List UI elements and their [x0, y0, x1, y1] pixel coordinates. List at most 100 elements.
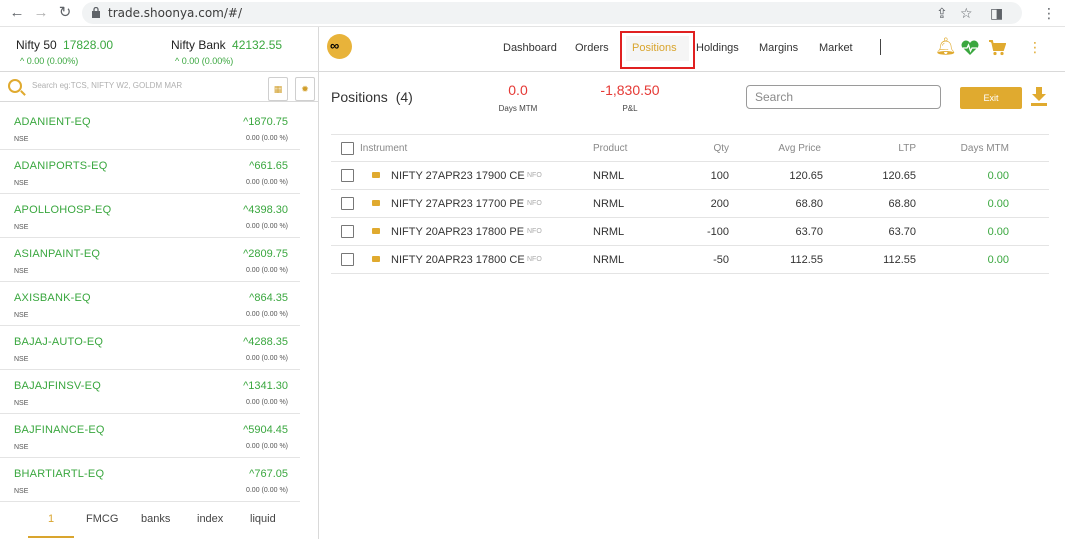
col-instrument[interactable]: Instrument	[360, 143, 407, 154]
list-item[interactable]: BHARTIARTL-EQ NSE ^767.05 0.00 (0.00 %)	[0, 458, 300, 502]
row-checkbox[interactable]	[341, 169, 354, 182]
menu-market[interactable]: Market	[819, 42, 853, 54]
back-icon[interactable]: ←	[8, 4, 26, 22]
menu-orders[interactable]: Orders	[575, 42, 609, 54]
list-item[interactable]: ADANIENT-EQ NSE ^1870.75 0.00 (0.00 %)	[0, 106, 300, 150]
list-item[interactable]: ADANIPORTS-EQ NSE ^661.65 0.00 (0.00 %)	[0, 150, 300, 194]
change: 0.00 (0.00 %)	[245, 355, 288, 362]
col-product[interactable]: Product	[593, 143, 627, 154]
ltp: 63.70	[888, 226, 916, 238]
select-all-checkbox[interactable]	[341, 142, 354, 155]
browser-menu-icon[interactable]: ⋮	[1042, 4, 1056, 22]
address-bar[interactable]: trade.shoonya.com/#/	[82, 2, 1022, 24]
avg-price: 112.55	[790, 254, 823, 266]
index-change: ^ 0.00 (0.00%)	[175, 56, 234, 66]
share-icon[interactable]: ⇪	[936, 4, 948, 22]
qty: -50	[713, 254, 729, 266]
exchange: NSE	[14, 180, 29, 187]
active-tab-indicator	[28, 536, 74, 538]
shoonya-logo[interactable]: ∞	[327, 34, 352, 59]
instrument: NIFTY 20APR23 17800 PE	[391, 226, 525, 238]
ltp: 112.55	[883, 254, 916, 266]
index-value: 17828.00	[63, 38, 114, 52]
price: ^1341.30	[243, 380, 288, 392]
row-checkbox[interactable]	[341, 197, 354, 210]
col-days-mtm[interactable]: Days MTM	[931, 143, 1009, 154]
heartbeat-icon[interactable]	[960, 40, 980, 56]
row-checkbox[interactable]	[341, 253, 354, 266]
exchange: NSE	[14, 136, 29, 143]
price-value: 1870.75	[248, 116, 288, 128]
tab-liquid[interactable]: liquid	[250, 513, 276, 525]
price: ^864.35	[249, 292, 288, 304]
product: NRML	[593, 226, 625, 238]
days-mtm: 0.00	[987, 170, 1009, 182]
table-row[interactable]: NIFTY 27APR23 17700 PE NFO NRML 200 68.8…	[331, 190, 1049, 218]
qty: 100	[710, 170, 729, 182]
lock-icon	[92, 7, 100, 18]
forward-icon[interactable]: →	[32, 4, 50, 22]
index-nifty50[interactable]: Nifty 50 17828.00	[16, 38, 113, 52]
instrument: NIFTY 27APR23 17700 PE	[391, 198, 525, 210]
index-niftybank[interactable]: Nifty Bank 42132.55	[171, 38, 282, 52]
list-item[interactable]: ASIANPAINT-EQ NSE ^2809.75 0.00 (0.00 %)	[0, 238, 300, 282]
header-divider	[318, 27, 319, 72]
exchange-tag: NFO	[527, 200, 542, 207]
index-change-value: 0.00 (0.00%)	[181, 56, 234, 66]
days-mtm: 0.00	[987, 254, 1009, 266]
col-qty[interactable]: Qty	[679, 143, 729, 154]
positions-table: Instrument Product Qty Avg Price LTP Day…	[331, 134, 1049, 274]
reload-icon[interactable]: ↻	[56, 4, 74, 22]
menu-margins[interactable]: Margins	[759, 42, 798, 54]
positions-search-input[interactable]	[755, 89, 930, 105]
product: NRML	[593, 254, 625, 266]
price: ^767.05	[249, 468, 288, 480]
bookmark-star-icon[interactable]: ☆	[960, 4, 973, 22]
watchlist-search-input[interactable]: Search eg:TCS, NIFTY W2, GOLDM MAR	[32, 81, 182, 90]
menu-holdings[interactable]: Holdings	[696, 42, 739, 54]
symbol: BAJAJ-AUTO-EQ	[14, 336, 104, 348]
tab-index[interactable]: index	[197, 513, 223, 525]
table-row[interactable]: NIFTY 27APR23 17900 CE NFO NRML 100 120.…	[331, 162, 1049, 190]
price: ^5904.45	[243, 424, 288, 436]
price: ^4398.30	[243, 204, 288, 216]
change: 0.00 (0.00 %)	[245, 179, 288, 186]
row-checkbox[interactable]	[341, 225, 354, 238]
symbol: BHARTIARTL-EQ	[14, 468, 105, 480]
list-item[interactable]: BAJAJFINSV-EQ NSE ^1341.30 0.00 (0.00 %)	[0, 370, 300, 414]
list-item[interactable]: BAJAJ-AUTO-EQ NSE ^4288.35 0.00 (0.00 %)	[0, 326, 300, 370]
list-item[interactable]: APOLLOHOSP-EQ NSE ^4398.30 0.00 (0.00 %)	[0, 194, 300, 238]
avg-price: 63.70	[795, 226, 823, 238]
more-icon[interactable]: ⋮	[1028, 37, 1042, 57]
list-item[interactable]: BAJFINANCE-EQ NSE ^5904.45 0.00 (0.00 %)	[0, 414, 300, 458]
list-item[interactable]: AXISBANK-EQ NSE ^864.35 0.00 (0.00 %)	[0, 282, 300, 326]
grid-icon[interactable]: ▦	[268, 77, 288, 101]
tag-icon	[372, 172, 380, 178]
download-icon[interactable]	[1030, 86, 1048, 106]
cart-icon[interactable]	[988, 40, 1006, 56]
index-change-value: 0.00 (0.00%)	[26, 56, 79, 66]
change: 0.00 (0.00 %)	[245, 223, 288, 230]
qty: 200	[710, 198, 729, 210]
exchange-tag: NFO	[527, 256, 542, 263]
tab-banks[interactable]: banks	[141, 513, 170, 525]
change: 0.00 (0.00 %)	[245, 487, 288, 494]
tag-icon	[372, 256, 380, 262]
tab-fmcg[interactable]: FMCG	[86, 513, 118, 525]
col-avg-price[interactable]: Avg Price	[751, 143, 821, 154]
tab-watchlist-1[interactable]: 1	[48, 513, 54, 525]
exit-button[interactable]: Exit	[960, 87, 1022, 109]
price-value: 4398.30	[248, 204, 288, 216]
sidepanel-icon[interactable]: ◨	[990, 4, 1003, 22]
settings-gear-icon[interactable]: ✹	[295, 77, 315, 101]
ltp: 120.65	[882, 170, 916, 182]
menu-dashboard[interactable]: Dashboard	[503, 42, 557, 54]
price-value: 2809.75	[248, 248, 288, 260]
col-ltp[interactable]: LTP	[846, 143, 916, 154]
price-value: 661.65	[254, 160, 288, 172]
table-row[interactable]: NIFTY 20APR23 17800 PE NFO NRML -100 63.…	[331, 218, 1049, 246]
price-value: 767.05	[254, 468, 288, 480]
bell-icon[interactable]: 🔔︎	[935, 37, 957, 57]
positions-search	[746, 85, 941, 109]
table-row[interactable]: NIFTY 20APR23 17800 CE NFO NRML -50 112.…	[331, 246, 1049, 274]
